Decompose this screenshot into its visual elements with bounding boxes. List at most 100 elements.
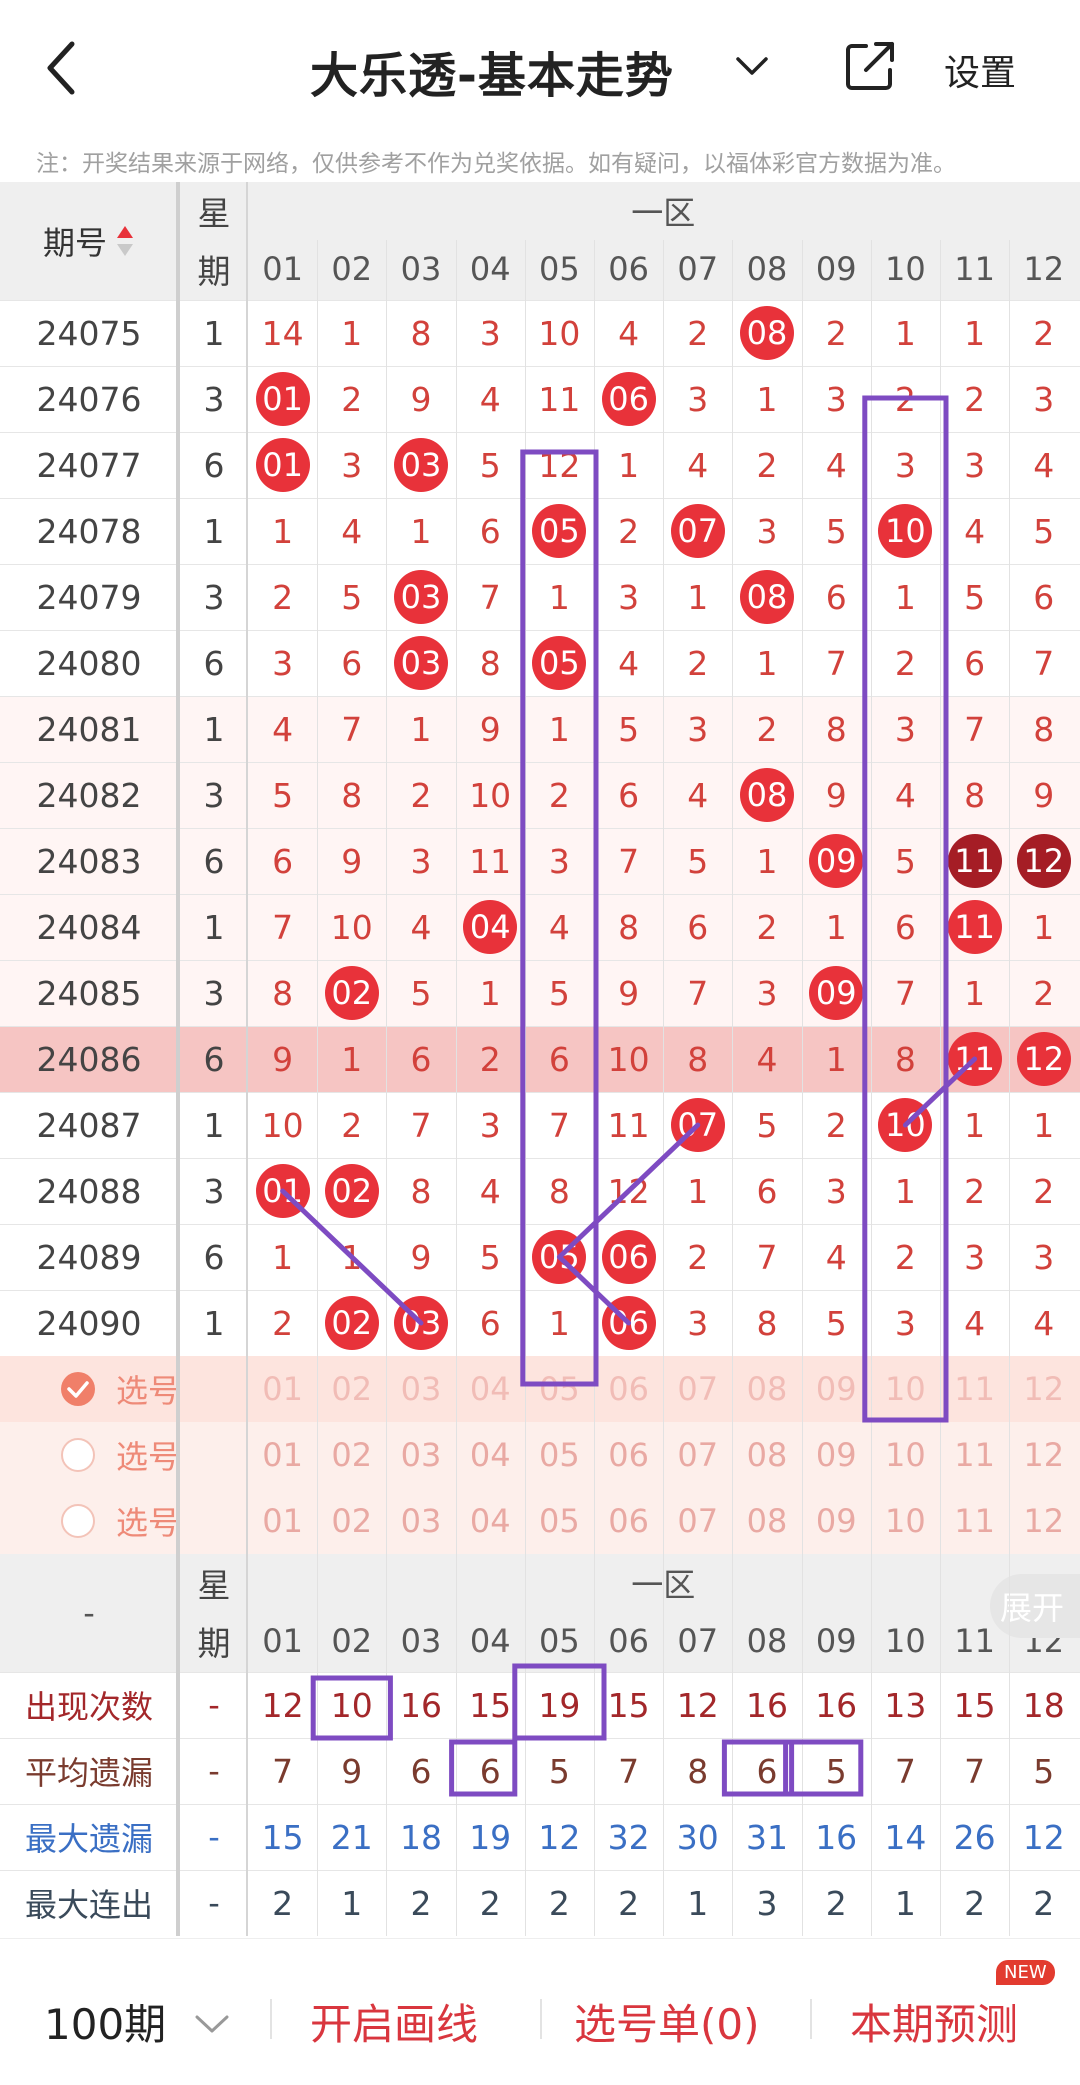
omission-cell[interactable]: 2 (663, 1224, 732, 1290)
omission-cell[interactable]: 9 (248, 1026, 317, 1092)
omission-cell[interactable]: 7 (386, 1092, 455, 1158)
omission-cell[interactable]: 2 (317, 1092, 386, 1158)
omission-cell[interactable]: 1 (317, 1026, 386, 1092)
pick-number[interactable]: 07 (663, 1422, 732, 1488)
omission-cell[interactable]: 6 (456, 1290, 525, 1356)
omission-cell[interactable]: 2 (663, 300, 732, 366)
omission-cell[interactable]: 6 (940, 630, 1009, 696)
omission-cell[interactable]: 4 (663, 762, 732, 828)
omission-cell[interactable]: 3 (456, 300, 525, 366)
omission-cell[interactable]: 3 (386, 828, 455, 894)
omission-cell[interactable]: 2 (248, 564, 317, 630)
pick-number[interactable]: 09 (802, 1356, 871, 1422)
number-ball-cell[interactable]: 10 (871, 498, 940, 564)
omission-cell[interactable]: 3 (732, 498, 801, 564)
omission-cell[interactable]: 1 (940, 1092, 1009, 1158)
omission-cell[interactable]: 1 (317, 1224, 386, 1290)
omission-cell[interactable]: 6 (386, 1026, 455, 1092)
omission-cell[interactable]: 10 (594, 1026, 663, 1092)
omission-cell[interactable]: 3 (871, 432, 940, 498)
omission-cell[interactable]: 11 (594, 1092, 663, 1158)
omission-cell[interactable]: 8 (663, 1026, 732, 1092)
number-ball-cell[interactable]: 05 (525, 1224, 594, 1290)
omission-cell[interactable]: 6 (525, 1026, 594, 1092)
omission-cell[interactable]: 3 (802, 1158, 871, 1224)
omission-cell[interactable]: 3 (940, 1224, 1009, 1290)
omission-cell[interactable]: 1 (525, 696, 594, 762)
omission-cell[interactable]: 9 (386, 366, 455, 432)
omission-cell[interactable]: 8 (317, 762, 386, 828)
omission-cell[interactable]: 3 (871, 696, 940, 762)
number-ball-cell[interactable]: 08 (732, 762, 801, 828)
pick-number[interactable]: 05 (525, 1356, 594, 1422)
omission-cell[interactable]: 5 (456, 1224, 525, 1290)
omission-cell[interactable]: 1 (1009, 1092, 1078, 1158)
omission-cell[interactable]: 1 (248, 1224, 317, 1290)
pick-number[interactable]: 06 (594, 1356, 663, 1422)
omission-cell[interactable]: 3 (594, 564, 663, 630)
pick-number[interactable]: 05 (525, 1422, 594, 1488)
number-ball-cell[interactable]: 06 (594, 1290, 663, 1356)
pick-number[interactable]: 04 (456, 1488, 525, 1554)
omission-cell[interactable]: 7 (871, 960, 940, 1026)
pick-number[interactable]: 04 (456, 1422, 525, 1488)
pick-number[interactable]: 11 (940, 1422, 1009, 1488)
pick-number[interactable]: 02 (317, 1356, 386, 1422)
omission-cell[interactable]: 1 (940, 960, 1009, 1026)
omission-cell[interactable]: 7 (732, 1224, 801, 1290)
omission-cell[interactable]: 1 (940, 300, 1009, 366)
pick-number[interactable]: 12 (1009, 1422, 1078, 1488)
omission-cell[interactable]: 4 (663, 432, 732, 498)
omission-cell[interactable]: 1 (732, 630, 801, 696)
omission-cell[interactable]: 8 (386, 1158, 455, 1224)
omission-cell[interactable]: 1 (456, 960, 525, 1026)
omission-cell[interactable]: 7 (525, 1092, 594, 1158)
omission-cell[interactable]: 2 (248, 1290, 317, 1356)
omission-cell[interactable]: 12 (594, 1158, 663, 1224)
omission-cell[interactable]: 6 (871, 894, 940, 960)
omission-cell[interactable]: 5 (940, 564, 1009, 630)
omission-cell[interactable]: 1 (802, 894, 871, 960)
omission-cell[interactable]: 7 (663, 960, 732, 1026)
pick-number[interactable]: 01 (248, 1488, 317, 1554)
pick-number[interactable]: 10 (871, 1422, 940, 1488)
number-ball-cell[interactable]: 03 (386, 1290, 455, 1356)
omission-cell[interactable]: 1 (248, 498, 317, 564)
omission-cell[interactable]: 2 (386, 762, 455, 828)
omission-cell[interactable]: 3 (940, 432, 1009, 498)
pick-number[interactable]: 07 (663, 1488, 732, 1554)
omission-cell[interactable]: 1 (732, 828, 801, 894)
pick-number[interactable]: 01 (248, 1356, 317, 1422)
omission-cell[interactable]: 2 (1009, 1158, 1078, 1224)
pick-number[interactable]: 02 (317, 1422, 386, 1488)
omission-cell[interactable]: 9 (386, 1224, 455, 1290)
omission-cell[interactable]: 4 (386, 894, 455, 960)
omission-cell[interactable]: 3 (456, 1092, 525, 1158)
omission-cell[interactable]: 4 (594, 630, 663, 696)
number-ball-cell[interactable]: 02 (317, 1158, 386, 1224)
omission-cell[interactable]: 7 (594, 828, 663, 894)
omission-cell[interactable]: 5 (871, 828, 940, 894)
omission-cell[interactable]: 3 (1009, 1224, 1078, 1290)
omission-cell[interactable]: 2 (940, 1158, 1009, 1224)
omission-cell[interactable]: 1 (663, 1158, 732, 1224)
omission-cell[interactable]: 5 (663, 828, 732, 894)
pick-number[interactable]: 11 (940, 1356, 1009, 1422)
omission-cell[interactable]: 9 (456, 696, 525, 762)
pick-number[interactable]: 03 (386, 1356, 455, 1422)
omission-cell[interactable]: 3 (525, 828, 594, 894)
omission-cell[interactable]: 4 (594, 300, 663, 366)
omission-cell[interactable]: 8 (386, 300, 455, 366)
omission-cell[interactable]: 1 (525, 1290, 594, 1356)
omission-cell[interactable]: 2 (871, 1224, 940, 1290)
omission-cell[interactable]: 10 (525, 300, 594, 366)
checked-circle-icon[interactable] (60, 1371, 96, 1407)
omission-cell[interactable]: 3 (663, 1290, 732, 1356)
pick-number[interactable]: 12 (1009, 1356, 1078, 1422)
omission-cell[interactable]: 5 (1009, 498, 1078, 564)
omission-cell[interactable]: 2 (732, 696, 801, 762)
number-ball-cell[interactable]: 09 (802, 828, 871, 894)
omission-cell[interactable]: 6 (1009, 564, 1078, 630)
omission-cell[interactable]: 2 (732, 894, 801, 960)
omission-cell[interactable]: 8 (871, 1026, 940, 1092)
